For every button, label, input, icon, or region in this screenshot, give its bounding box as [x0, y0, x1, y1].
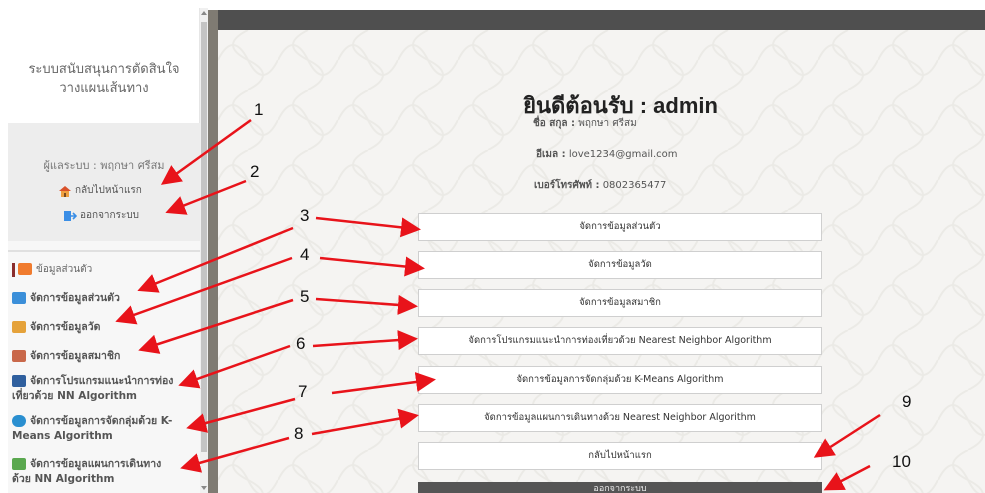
monitor-icon — [12, 375, 26, 387]
phone-value: 0802365477 — [602, 180, 667, 191]
edit-profile-icon — [12, 292, 26, 304]
cluster-icon — [12, 415, 26, 427]
annotation-label-4: 4 — [300, 245, 310, 264]
sidebar-item-label-line-1: จัดการข้อมูลแผนการเดินทาง — [30, 458, 162, 470]
sidebar-item-travel-program[interactable]: จัดการโปรแกรมแนะนำการท่อง เที่ยวด้วย NN … — [12, 374, 173, 404]
sidebar-item-manage-profile[interactable]: จัดการข้อมูลส่วนตัว — [12, 291, 120, 306]
manage-travel-plan-button[interactable]: จัดการข้อมูลแผนการเดินทางด้วย Nearest Ne… — [418, 404, 822, 432]
scroll-up-icon[interactable] — [201, 11, 207, 15]
annotation-label-9: 9 — [902, 392, 912, 411]
sidebar-item-label: ข้อมูลส่วนตัว — [36, 264, 93, 275]
admin-name: ผู้แลระบบ : พฤกษา ศรีสม — [43, 159, 165, 172]
logout-link[interactable]: ออกจากระบบ — [63, 208, 139, 223]
email-row: อีเมล : love1234@gmail.com — [536, 147, 678, 162]
sidebar-item-label-line-2: ด้วย NN Algorithm — [12, 473, 115, 485]
sidebar-item-label-line-1: จัดการข้อมูลการจัดกลุ่มด้วย K- — [30, 415, 173, 427]
name-value: พฤกษา ศรีสม — [578, 118, 637, 129]
home-link-label: กลับไปหน้าแรก — [75, 185, 142, 196]
frame-border — [208, 10, 218, 493]
top-bar — [208, 10, 985, 30]
manage-kmeans-button[interactable]: จัดการข้อมูลการจัดกลุ่มด้วย K-Means Algo… — [418, 366, 822, 394]
sidebar-item-travel-plan[interactable]: จัดการข้อมูลแผนการเดินทาง ด้วย NN Algori… — [12, 457, 161, 487]
manage-travel-program-button[interactable]: จัดการโปรแกรมแนะนำการท่องเที่ยวด้วย Near… — [418, 327, 822, 355]
logout-button[interactable]: ออกจากระบบ — [418, 482, 822, 493]
name-label: ชื่อ สกุล : — [533, 118, 576, 129]
annotation-label-7: 7 — [298, 382, 308, 401]
sidebar-item-label-line-2: Means Algorithm — [12, 430, 113, 442]
scroll-thumb[interactable] — [201, 22, 207, 452]
sidebar-item-kmeans[interactable]: จัดการข้อมูลการจัดกลุ่มด้วย K- Means Alg… — [12, 414, 172, 444]
back-home-button[interactable]: กลับไปหน้าแรก — [418, 442, 822, 470]
user-panel: ผู้แลระบบ : พฤกษา ศรีสม กลับไปหน้าแรก ออ… — [8, 123, 200, 241]
phone-row: เบอร์โทรศัพท์ : 0802365477 — [534, 178, 666, 193]
name-row: ชื่อ สกุล : พฤกษา ศรีสม — [533, 116, 637, 131]
annotation-label-6: 6 — [296, 334, 306, 353]
home-icon — [59, 185, 71, 197]
manage-temples-button[interactable]: จัดการข้อมูลวัด — [418, 251, 822, 279]
sidebar-item-temples[interactable]: จัดการข้อมูลวัด — [12, 320, 100, 335]
person-icon — [18, 263, 32, 275]
annotation-label-10: 10 — [892, 452, 911, 471]
map-icon — [12, 458, 26, 470]
sidebar-item-label-line-1: จัดการโปรแกรมแนะนำการท่อง — [30, 375, 174, 387]
main-content: ยินดีต้อนรับ : admin ชื่อ สกุล : พฤกษา ศ… — [218, 30, 985, 493]
sidebar-item-profile[interactable]: ข้อมูลส่วนตัว — [12, 263, 92, 277]
home-link[interactable]: กลับไปหน้าแรก — [58, 183, 142, 198]
annotation-label-1: 1 — [254, 100, 264, 119]
logout-link-label: ออกจากระบบ — [80, 210, 140, 221]
email-value: love1234@gmail.com — [568, 149, 678, 160]
temple-icon — [12, 321, 26, 333]
screenshot-stage: ระบบสนับสนุนการตัดสินใจ วางแผนเส้นทาง ผู… — [0, 0, 985, 493]
sidebar: ระบบสนับสนุนการตัดสินใจ วางแผนเส้นทาง ผู… — [8, 8, 200, 493]
annotation-label-8: 8 — [294, 424, 304, 443]
annotation-label-3: 3 — [300, 206, 310, 225]
sidebar-item-label-line-2: เที่ยวด้วย NN Algorithm — [12, 390, 137, 402]
users-icon — [12, 350, 26, 362]
phone-label: เบอร์โทรศัพท์ : — [534, 180, 600, 191]
sidebar-menu: ข้อมูลส่วนตัว จัดการข้อมูลส่วนตัว จัดการ… — [8, 250, 200, 493]
manage-members-button[interactable]: จัดการข้อมูลสมาชิก — [418, 289, 822, 317]
annotation-label-2: 2 — [250, 162, 260, 181]
app-title-panel: ระบบสนับสนุนการตัดสินใจ วางแผนเส้นทาง — [8, 8, 200, 123]
sidebar-item-label: จัดการข้อมูลส่วนตัว — [30, 292, 120, 304]
scroll-down-icon[interactable] — [201, 486, 207, 490]
app-title-line-2: วางแผนเส้นทาง — [59, 81, 149, 96]
sidebar-scrollbar[interactable] — [200, 8, 208, 493]
sidebar-item-label: จัดการข้อมูลสมาชิก — [30, 350, 121, 362]
annotation-label-5: 5 — [300, 287, 310, 306]
manage-profile-button[interactable]: จัดการข้อมูลส่วนตัว — [418, 213, 822, 241]
logout-icon — [64, 210, 77, 221]
app-title-line-1: ระบบสนับสนุนการตัดสินใจ — [28, 62, 180, 77]
sidebar-item-members[interactable]: จัดการข้อมูลสมาชิก — [12, 349, 120, 364]
sidebar-item-label: จัดการข้อมูลวัด — [30, 321, 101, 333]
email-label: อีเมล : — [536, 149, 566, 160]
